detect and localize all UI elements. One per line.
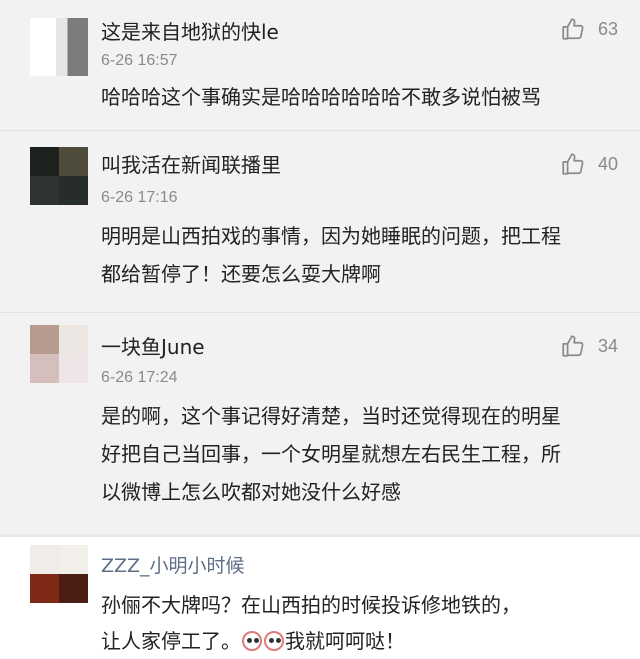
avatar[interactable]: [30, 325, 88, 383]
comment-item: 这是来自地狱的快le 6-26 16:57 63 哈哈哈这个事确实是哈哈哈哈哈哈…: [0, 0, 640, 130]
like-count: 63: [597, 18, 618, 39]
thumbs-up-icon: [562, 18, 584, 40]
avatar[interactable]: [30, 18, 88, 76]
thumbs-up-icon: [562, 335, 584, 357]
username[interactable]: ZZZ_小明小时候: [101, 551, 245, 578]
like-count: 34: [597, 335, 618, 356]
comment-segment: 我就呵呵哒！: [285, 629, 405, 653]
comment-segment: 让人家停工了。: [101, 629, 241, 653]
avatar[interactable]: [30, 147, 88, 205]
like-count: 40: [597, 153, 618, 174]
comment-item: 叫我活在新闻联播里 6-26 17:16 40 明明是山西拍戏的事情，因为她睡眠…: [0, 130, 640, 304]
laughing-emoji-icon: [242, 631, 262, 651]
comment-text: 明明是山西拍戏的事情，因为她睡眠的问题，把工程 都给暂停了！还要怎么耍大牌啊: [101, 217, 621, 293]
timestamp: 6-26 16:57: [101, 52, 178, 69]
comment-line: 是的啊，这个事记得好清楚，当时还觉得现在的明星: [101, 404, 561, 428]
comment-text: 孙俪不大牌吗？在山西拍的时候投诉修地铁的， 让人家停工了。 我就呵呵哒！: [101, 587, 621, 659]
comment-item: ZZZ_小明小时候 孙俪不大牌吗？在山西拍的时候投诉修地铁的， 让人家停工了。 我…: [0, 534, 640, 659]
comment-line: 明明是山西拍戏的事情，因为她睡眠的问题，把工程: [101, 224, 561, 248]
avatar[interactable]: [30, 545, 88, 603]
timestamp: 6-26 17:24: [101, 369, 178, 386]
comment-text: 是的啊，这个事记得好清楚，当时还觉得现在的明星 好把自己当回事，一个女明星就想左…: [101, 397, 621, 511]
comment-line: 好把自己当回事，一个女明星就想左右民生工程，所: [101, 442, 561, 466]
comment-item: 一块鱼June 6-26 17:24 34 是的啊，这个事记得好清楚，当时还觉得…: [0, 312, 640, 528]
like-button[interactable]: 34: [560, 333, 618, 359]
like-button[interactable]: 63: [560, 16, 618, 42]
like-button[interactable]: 40: [560, 151, 618, 177]
comment-line: 孙俪不大牌吗？在山西拍的时候投诉修地铁的，: [101, 593, 521, 617]
comment-text: 哈哈哈这个事确实是哈哈哈哈哈哈不敢多说怕被骂: [101, 85, 541, 109]
comment-line: 以微博上怎么吹都对她没什么好感: [101, 480, 401, 504]
comment-line: 让人家停工了。 我就呵呵哒！: [101, 623, 621, 659]
laughing-emoji-icon: [264, 631, 284, 651]
username[interactable]: 叫我活在新闻联播里: [101, 149, 281, 178]
username[interactable]: 这是来自地狱的快le: [101, 16, 279, 45]
timestamp: 6-26 17:16: [101, 189, 178, 206]
thumbs-up-icon: [562, 153, 584, 175]
comment-line: 都给暂停了！还要怎么耍大牌啊: [101, 262, 381, 286]
username[interactable]: 一块鱼June: [101, 331, 205, 360]
